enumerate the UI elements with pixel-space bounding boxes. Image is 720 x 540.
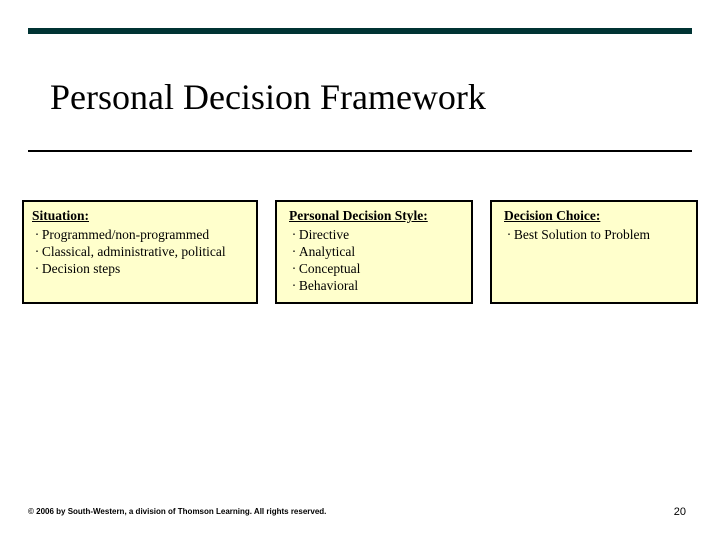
- box-item: Best Solution to Problem: [504, 227, 688, 244]
- box-item: Classical, administrative, political: [32, 244, 248, 261]
- top-rule: [28, 28, 692, 34]
- box-item: Decision steps: [32, 261, 248, 278]
- box-personal-decision-style: Personal Decision Style: Directive Analy…: [275, 200, 473, 304]
- box-item: Analytical: [289, 244, 463, 261]
- copyright-footer: © 2006 by South-Western, a division of T…: [28, 507, 326, 516]
- box-item: Conceptual: [289, 261, 463, 278]
- box-situation: Situation: Programmed/non-programmed Cla…: [22, 200, 258, 304]
- box-item: Programmed/non-programmed: [32, 227, 248, 244]
- box-heading: Decision Choice:: [504, 208, 688, 225]
- box-heading: Situation:: [32, 208, 248, 225]
- box-item: Behavioral: [289, 278, 463, 295]
- slide: Personal Decision Framework Situation: P…: [0, 0, 720, 540]
- boxes-row: Situation: Programmed/non-programmed Cla…: [22, 200, 698, 304]
- page-number: 20: [674, 506, 686, 518]
- box-decision-choice: Decision Choice: Best Solution to Proble…: [490, 200, 698, 304]
- box-heading: Personal Decision Style:: [289, 208, 463, 225]
- box-item: Directive: [289, 227, 463, 244]
- title-underline: [28, 150, 692, 152]
- slide-title: Personal Decision Framework: [50, 78, 692, 118]
